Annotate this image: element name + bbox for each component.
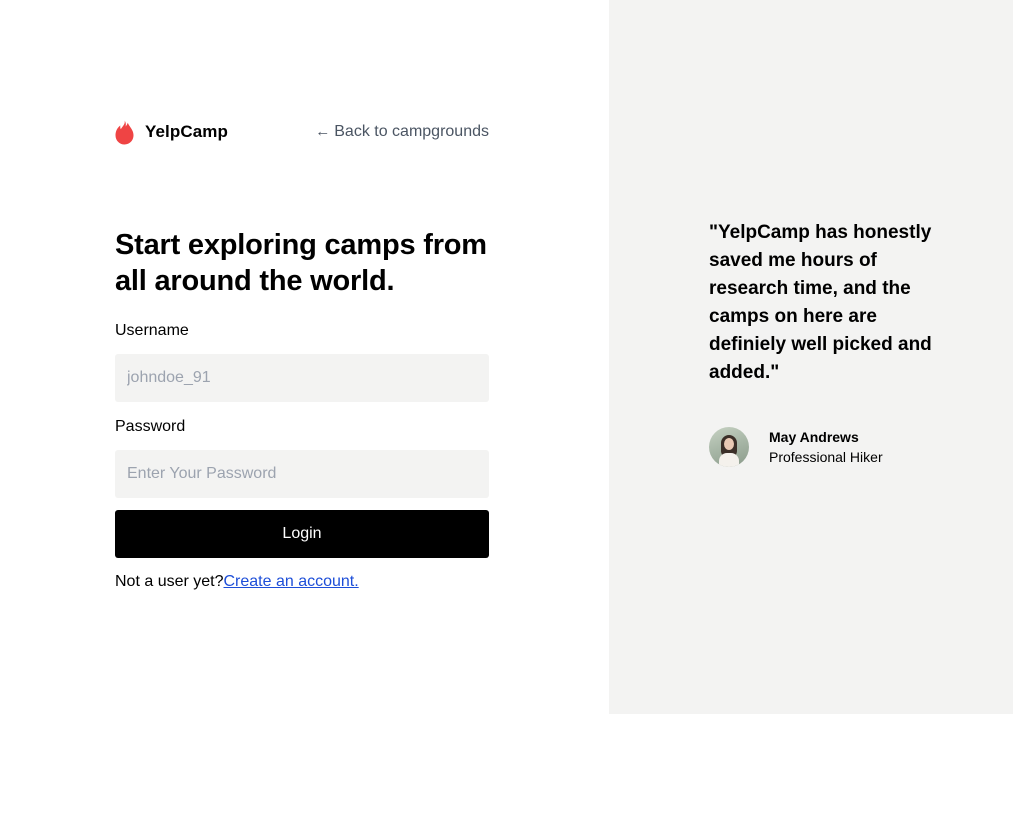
signup-prompt: Not a user yet?Create an account.: [115, 572, 359, 592]
brand-logo[interactable]: YelpCamp: [115, 118, 228, 146]
page-headline: Start exploring camps from all around th…: [115, 229, 487, 297]
flame-icon: [115, 120, 134, 144]
avatar: [709, 427, 749, 467]
login-page: YelpCamp ← Back to campgrounds Start exp…: [0, 0, 1013, 820]
back-link-label: Back to campgrounds: [334, 123, 489, 140]
author-role: Professional Hiker: [769, 449, 883, 465]
signup-prompt-text: Not a user yet?: [115, 573, 224, 590]
arrow-left-icon: ←: [315, 123, 331, 140]
login-button[interactable]: Login: [115, 510, 489, 558]
author-info: May Andrews Professional Hiker: [769, 427, 883, 467]
top-bar: YelpCamp ← Back to campgrounds: [115, 118, 489, 146]
username-label: Username: [115, 322, 189, 339]
username-input[interactable]: [115, 354, 489, 402]
author-name: May Andrews: [769, 429, 859, 445]
testimonial-quote: "YelpCamp has honestly saved me hours of…: [709, 222, 932, 383]
password-label: Password: [115, 418, 186, 435]
password-input[interactable]: [115, 450, 489, 498]
create-account-link[interactable]: Create an account.: [224, 573, 359, 590]
back-to-campgrounds-link[interactable]: ← Back to campgrounds: [315, 120, 489, 144]
testimonial-panel: "YelpCamp has honestly saved me hours of…: [609, 0, 1013, 714]
testimonial-author: May Andrews Professional Hiker: [709, 427, 883, 467]
brand-name: YelpCamp: [145, 122, 228, 141]
